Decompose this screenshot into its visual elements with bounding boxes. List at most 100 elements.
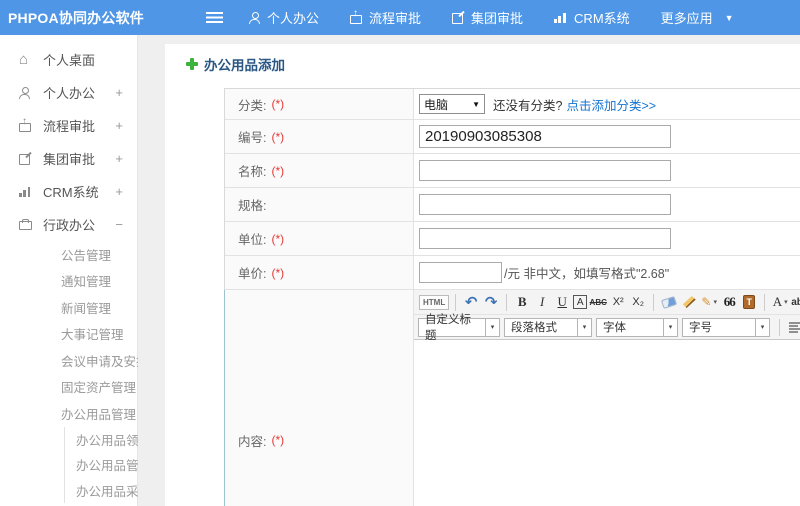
- caret-down-icon: ▼: [724, 12, 734, 23]
- required-mark: (*): [271, 265, 285, 280]
- strikethrough-button[interactable]: ABC: [589, 292, 607, 312]
- clear-format-brush-icon[interactable]: [680, 292, 698, 312]
- top-navbar: PHPOA协同办公软件 个人办公 流程审批 集团审批 CRM系统 更多应用 ▼: [0, 0, 800, 35]
- align-left-icon[interactable]: [789, 321, 800, 333]
- sidebar-item-personal-office[interactable]: 个人办公 +: [0, 76, 137, 109]
- person-icon: [19, 86, 36, 99]
- spec-input[interactable]: [419, 194, 671, 215]
- category-select[interactable]: 电脑 ▼: [419, 94, 485, 114]
- sidebar-item-label: 流程审批: [43, 119, 96, 134]
- bold-button[interactable]: B: [513, 292, 531, 312]
- top-nav: 个人办公 流程审批 集团审批 CRM系统 更多应用 ▼: [249, 8, 765, 27]
- subsubmenu-supplies-purchase[interactable]: 办公用品采购: [65, 478, 151, 504]
- field-label: 单位: (*): [225, 222, 414, 255]
- category-selected-value: 电脑: [424, 97, 449, 112]
- toolbar-separator: [764, 293, 766, 311]
- sidebar-item-crm-system[interactable]: CRM系统 +: [0, 175, 137, 208]
- field-cell: [414, 120, 800, 153]
- sidebar-item-label: 个人桌面: [43, 53, 96, 68]
- toolbar-separator: [455, 293, 457, 311]
- field-label: 规格:: [225, 188, 414, 221]
- blockquote-button[interactable]: 66: [720, 292, 738, 312]
- sidebar-subsubmenu: 办公用品领用 办公用品管理 办公用品采购: [64, 426, 151, 504]
- submenu-announcement-mgmt[interactable]: 公告管理: [0, 241, 137, 268]
- sidebar-item-admin-office[interactable]: 行政办公 −: [0, 208, 137, 241]
- form-row-content: 内容: (*) HTML ↶ ↷ B I U A ABC X² X₂ ✎ ▾ 6…: [224, 290, 800, 506]
- field-cell: 电脑 ▼ 还没有分类? 点击添加分类>>: [414, 89, 800, 119]
- underline-button[interactable]: U: [553, 292, 571, 312]
- form-row-name: 名称: (*): [225, 154, 800, 188]
- select-caret-icon: ▼: [472, 99, 480, 109]
- font-size-dropdown[interactable]: 字号 ▾: [682, 317, 770, 337]
- field-cell: HTML ↶ ↷ B I U A ABC X² X₂ ✎ ▾ 66 T A ▾ …: [414, 290, 800, 506]
- form-row-category: 分类: (*) 电脑 ▼ 还没有分类? 点击添加分类>>: [225, 89, 800, 120]
- field-cell: [414, 222, 800, 255]
- submenu-events-mgmt[interactable]: 大事记管理: [0, 321, 137, 348]
- add-supply-form: 分类: (*) 电脑 ▼ 还没有分类? 点击添加分类>> 编号: (*) 201…: [224, 88, 800, 506]
- paste-icon[interactable]: T: [740, 292, 758, 312]
- required-mark: (*): [271, 433, 285, 447]
- expand-plus-icon[interactable]: +: [115, 151, 123, 166]
- sidebar-item-group-approval[interactable]: 集团审批 +: [0, 142, 137, 175]
- sidebar-item-personal-desktop[interactable]: ⌂ 个人桌面: [0, 43, 137, 76]
- submenu-fixed-assets-mgmt[interactable]: 固定资产管理 +: [0, 374, 147, 401]
- collapse-minus-icon[interactable]: −: [115, 217, 123, 232]
- code-input[interactable]: [419, 125, 671, 148]
- name-input[interactable]: [419, 160, 671, 181]
- html-source-button[interactable]: HTML: [419, 294, 450, 310]
- dropdown-caret-icon: ▾: [485, 318, 499, 336]
- topnav-label: CRM系统: [574, 11, 630, 26]
- redo-icon[interactable]: ↷: [482, 292, 500, 312]
- sidebar-submenu: 公告管理 通知管理 新闻管理 大事记管理 会议申请及安排+ 固定资产管理 + 办…: [0, 241, 156, 427]
- expand-plus-icon[interactable]: +: [115, 184, 123, 199]
- editor-content-area[interactable]: [414, 340, 800, 506]
- sidebar-item-label: 集团审批: [43, 152, 96, 167]
- subsubmenu-supplies-claim[interactable]: 办公用品领用: [65, 427, 151, 453]
- autotypeset-button[interactable]: A: [573, 295, 588, 309]
- field-label: 编号: (*): [225, 120, 414, 153]
- highlight-color-button[interactable]: ab✎▾: [791, 292, 800, 312]
- flow-icon: [350, 9, 363, 24]
- required-mark: (*): [271, 129, 285, 144]
- subscript-button[interactable]: X₂: [629, 292, 647, 312]
- format-painter-icon[interactable]: ✎ ▾: [700, 292, 718, 312]
- custom-title-dropdown[interactable]: 自定义标题 ▾: [418, 314, 500, 342]
- topnav-crm-system[interactable]: CRM系统: [554, 8, 630, 27]
- expand-plus-icon[interactable]: +: [115, 85, 123, 100]
- submenu-notice-mgmt[interactable]: 通知管理: [0, 268, 137, 295]
- sidebar-item-workflow-approval[interactable]: 流程审批 +: [0, 109, 137, 142]
- topnav-group-approval[interactable]: 集团审批: [452, 8, 523, 27]
- undo-icon[interactable]: ↶: [462, 292, 480, 312]
- field-label: 单价: (*): [225, 256, 414, 289]
- font-family-dropdown[interactable]: 字体 ▾: [596, 317, 678, 337]
- hamburger-icon[interactable]: [206, 12, 223, 23]
- submenu-office-supplies-mgmt[interactable]: 办公用品管理 −: [0, 400, 147, 427]
- category-hint: 还没有分类?: [493, 98, 563, 113]
- italic-button[interactable]: I: [533, 292, 551, 312]
- topnav-label: 个人办公: [267, 11, 320, 26]
- add-plus-icon: [186, 58, 198, 70]
- chart-icon: [19, 186, 36, 197]
- submenu-news-mgmt[interactable]: 新闻管理: [0, 294, 137, 321]
- topnav-workflow-approval[interactable]: 流程审批: [350, 8, 421, 27]
- paragraph-format-dropdown[interactable]: 段落格式 ▾: [504, 317, 592, 337]
- briefcase-icon: [19, 219, 36, 230]
- field-cell: /元 非中文，如填写格式"2.68": [414, 256, 800, 289]
- topnav-personal-office[interactable]: 个人办公: [249, 8, 319, 27]
- toolbar-separator: [653, 293, 655, 311]
- field-label: 内容: (*): [225, 290, 414, 506]
- superscript-button[interactable]: X²: [609, 292, 627, 312]
- submenu-meeting-request[interactable]: 会议申请及安排+: [0, 347, 156, 374]
- add-category-link[interactable]: 点击添加分类>>: [566, 95, 656, 114]
- expand-plus-icon[interactable]: +: [115, 118, 123, 133]
- required-mark: (*): [271, 231, 285, 246]
- font-color-button[interactable]: A ▾: [771, 292, 789, 312]
- required-mark: (*): [271, 163, 285, 178]
- price-input[interactable]: [419, 262, 502, 283]
- required-mark: (*): [271, 97, 285, 111]
- topnav-more-apps[interactable]: 更多应用 ▼: [661, 8, 734, 27]
- eraser-icon[interactable]: [660, 292, 678, 312]
- subsubmenu-supplies-manage[interactable]: 办公用品管理: [65, 452, 151, 478]
- dropdown-caret-icon: ▾: [577, 318, 591, 336]
- unit-input[interactable]: [419, 228, 671, 249]
